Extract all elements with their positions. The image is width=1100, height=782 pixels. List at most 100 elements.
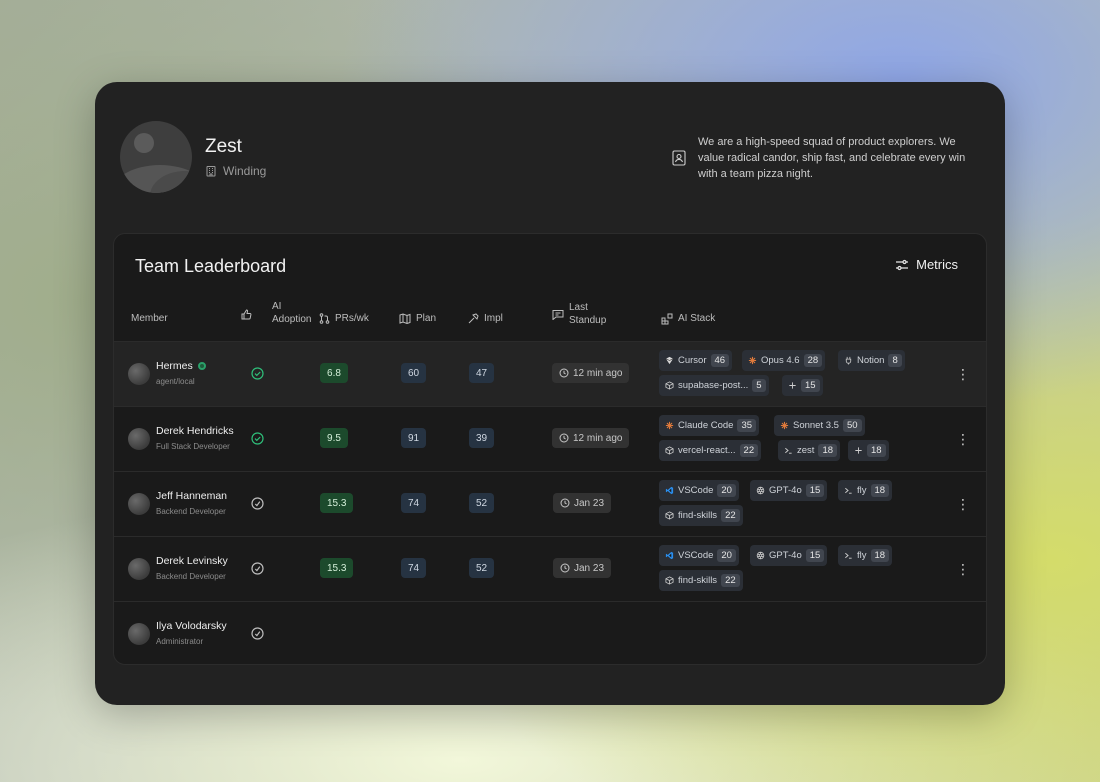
plus-icon xyxy=(787,381,797,391)
ai-stack-chip[interactable]: vercel-react... 22 xyxy=(659,440,762,461)
vscode-icon xyxy=(664,551,674,561)
avatar xyxy=(128,493,150,515)
member-role: agent/local xyxy=(156,377,195,386)
col-member[interactable]: Member xyxy=(131,312,168,325)
ai-stack-chip[interactable]: find-skills 22 xyxy=(659,570,743,591)
table-header: Member AI Adoption PRs/wk Plan Impl Last S… xyxy=(114,296,986,341)
building-icon xyxy=(206,166,216,177)
terminal-icon xyxy=(843,486,853,496)
member-role: Backend Developer xyxy=(156,507,226,516)
team-location: Winding xyxy=(205,164,266,178)
package-icon xyxy=(664,446,674,456)
ai-stack-chip[interactable]: VSCode 20 xyxy=(659,545,739,566)
member-name[interactable]: Jeff Hanneman xyxy=(156,490,227,502)
git-pr-icon xyxy=(319,313,330,324)
member-role: Administrator xyxy=(156,637,204,646)
avatar xyxy=(128,623,150,645)
ai-stack-chip[interactable]: fly 18 xyxy=(838,480,893,501)
row-menu-button[interactable]: ⋮ xyxy=(956,562,970,576)
team-header: Zest Winding We are a high-speed squad o… xyxy=(120,121,980,193)
member-role: Full Stack Developer xyxy=(156,442,230,451)
plan-score-badge: 91 xyxy=(401,428,427,448)
member-name[interactable]: Derek Levinsky xyxy=(156,555,228,567)
ai-stack-count: 22 xyxy=(721,574,740,587)
ai-stack-count: 46 xyxy=(710,354,730,367)
cursor-icon xyxy=(664,356,674,366)
ai-stack-count: 50 xyxy=(842,419,862,432)
table-row[interactable]: Jeff Hanneman Backend Developer 15.3 74 52 Ja… xyxy=(114,471,986,536)
ai-stack-count: 28 xyxy=(803,354,823,367)
ai-stack-chip[interactable]: fly 18 xyxy=(838,545,893,566)
terminal-icon xyxy=(843,551,853,561)
ai-stack-count: 22 xyxy=(739,444,759,457)
col-ai-adoption[interactable]: AI Adoption xyxy=(241,301,311,326)
row-menu-button[interactable]: ⋮ xyxy=(956,367,970,381)
table-row[interactable]: Hermes agent/local 6.8 60 47 12 min ago Cursor… xyxy=(114,341,986,406)
member-name[interactable]: Derek Hendricks xyxy=(156,425,234,437)
member-name[interactable]: Hermes xyxy=(156,360,206,372)
team-avatar xyxy=(120,121,192,193)
prs-per-week-badge: 15.3 xyxy=(320,493,354,513)
row-menu-button[interactable]: ⋮ xyxy=(956,497,970,511)
table-row[interactable]: Ilya Volodarsky Administrator xyxy=(114,601,986,664)
blocks-icon xyxy=(661,313,673,324)
vscode-icon xyxy=(664,486,674,496)
check-circle-icon xyxy=(251,367,264,380)
terminal-icon xyxy=(783,446,793,456)
ai-stack-count: 15 xyxy=(801,379,820,392)
table-row[interactable]: Derek Levinsky Backend Developer 15.3 74 52 J… xyxy=(114,536,986,601)
ai-stack-more-chip[interactable]: 15 xyxy=(782,375,823,396)
avatar xyxy=(128,363,150,385)
message-icon xyxy=(552,310,564,320)
col-last-standup[interactable]: Last Standup xyxy=(552,302,606,327)
metrics-button[interactable]: Metrics xyxy=(895,257,958,272)
avatar xyxy=(128,558,150,580)
member-name[interactable]: Ilya Volodarsky xyxy=(156,620,227,632)
notion-icon xyxy=(843,356,853,366)
package-icon xyxy=(664,381,674,391)
col-plan[interactable]: Plan xyxy=(399,312,436,325)
clock-icon xyxy=(560,563,570,573)
prs-per-week-badge: 6.8 xyxy=(320,363,348,383)
ai-stack-more-chip[interactable]: 18 xyxy=(848,440,889,461)
col-ai-stack[interactable]: AI Stack xyxy=(661,312,715,325)
thumb-icon xyxy=(241,308,252,319)
ai-stack-chip[interactable]: Cursor 46 xyxy=(659,350,733,371)
ai-stack-chip[interactable]: Notion 8 xyxy=(838,350,905,371)
hammer-icon xyxy=(468,313,479,324)
last-standup-badge: 12 min ago xyxy=(552,428,630,448)
online-status-icon xyxy=(197,362,206,370)
ai-stack-chip[interactable]: Opus 4.6 28 xyxy=(742,350,826,371)
ai-stack-count: 5 xyxy=(752,379,766,392)
ai-stack-count: 18 xyxy=(818,444,838,457)
ai-stack-chip[interactable]: GPT-4o 15 xyxy=(750,545,828,566)
map-icon xyxy=(399,313,411,324)
ai-stack-chip[interactable]: find-skills 22 xyxy=(659,505,743,526)
check-circle-icon xyxy=(251,562,264,575)
table-row[interactable]: Derek Hendricks Full Stack Developer 9.5 91… xyxy=(114,406,986,471)
ai-stack-chip[interactable]: Claude Code 35 xyxy=(659,415,760,436)
impl-score-badge: 52 xyxy=(469,493,495,513)
col-impl[interactable]: Impl xyxy=(468,312,503,325)
leaderboard-panel: Team Leaderboard Metrics Member AI Adopti… xyxy=(113,233,987,665)
ai-stack-count: 20 xyxy=(717,549,736,562)
ai-stack-count: 18 xyxy=(870,549,890,562)
row-menu-button[interactable]: ⋮ xyxy=(956,432,970,446)
ai-stack-chip[interactable]: GPT-4o 15 xyxy=(750,480,828,501)
last-standup-badge: Jan 23 xyxy=(553,558,612,578)
metrics-label: Metrics xyxy=(916,257,958,272)
ai-stack-chip[interactable]: VSCode 20 xyxy=(659,480,739,501)
ai-stack-count: 20 xyxy=(717,484,736,497)
col-prs[interactable]: PRs/wk xyxy=(319,312,369,325)
ai-stack-count: 22 xyxy=(721,509,740,522)
clock-icon xyxy=(559,433,569,443)
impl-score-badge: 39 xyxy=(469,428,495,448)
ai-stack-chip[interactable]: supabase-post... 5 xyxy=(659,375,769,396)
leaderboard-title: Team Leaderboard xyxy=(135,256,287,276)
ai-stack-chip[interactable]: zest 18 xyxy=(778,440,841,461)
openai-icon xyxy=(755,486,765,496)
team-card: Zest Winding We are a high-speed squad o… xyxy=(95,82,1005,705)
id-card-icon xyxy=(672,150,686,166)
impl-score-badge: 52 xyxy=(469,558,495,578)
ai-stack-chip[interactable]: Sonnet 3.5 50 xyxy=(774,415,865,436)
